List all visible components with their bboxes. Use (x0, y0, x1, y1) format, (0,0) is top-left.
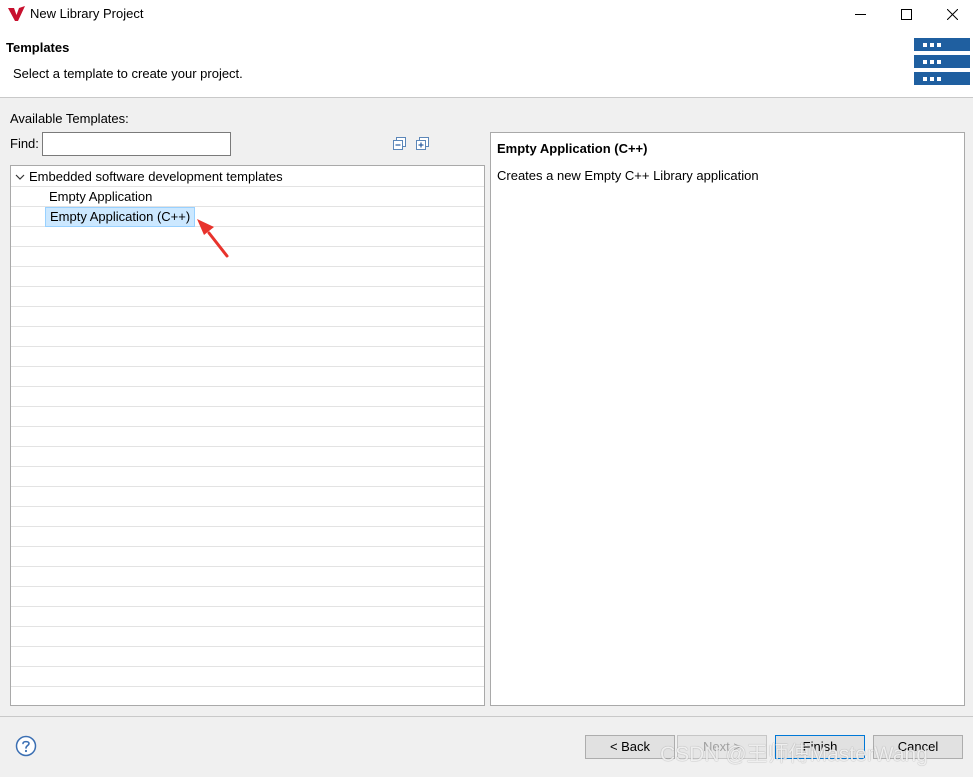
page-title: Templates (6, 40, 70, 55)
tree-category-label: Embedded software development templates (29, 169, 283, 184)
template-tree[interactable]: Embedded software development templates … (10, 165, 485, 706)
window-title: New Library Project (30, 6, 144, 21)
next-button[interactable]: Next > (677, 735, 767, 759)
tree-item-label: Empty Application (49, 189, 153, 204)
tree-item-label: Empty Application (C++) (50, 209, 191, 224)
description-text: Creates a new Empty C++ Library applicat… (497, 168, 759, 183)
minimize-icon (854, 13, 866, 15)
cancel-button[interactable]: Cancel (873, 735, 963, 759)
help-icon[interactable] (15, 735, 37, 757)
tree-item-empty-application[interactable]: Empty Application (45, 187, 156, 207)
footer-divider (0, 716, 973, 717)
tree-item-empty-application-cpp[interactable]: Empty Application (C++) (45, 207, 196, 227)
app-logo-icon (8, 6, 25, 21)
close-icon (946, 8, 958, 20)
find-label: Find: (10, 136, 39, 151)
templates-banner-icon (914, 38, 970, 85)
title-bar: New Library Project (0, 0, 973, 28)
minimize-button[interactable] (837, 0, 883, 28)
finish-button[interactable]: Finish (775, 735, 865, 759)
close-button[interactable] (929, 0, 973, 28)
page-description: Select a template to create your project… (13, 66, 243, 81)
collapse-all-icon[interactable] (393, 137, 406, 150)
back-button[interactable]: < Back (585, 735, 675, 759)
maximize-icon (900, 8, 912, 20)
available-templates-label: Available Templates: (10, 111, 129, 126)
maximize-button[interactable] (883, 0, 929, 28)
description-title: Empty Application (C++) (497, 141, 648, 156)
template-description-panel: Empty Application (C++) Creates a new Em… (490, 132, 965, 706)
find-input[interactable] (42, 132, 231, 156)
wizard-header: Templates Select a template to create yo… (0, 28, 973, 98)
expand-all-icon[interactable] (416, 137, 429, 150)
chevron-down-icon[interactable] (15, 167, 29, 193)
tree-category-embedded[interactable]: Embedded software development templates (15, 167, 283, 187)
